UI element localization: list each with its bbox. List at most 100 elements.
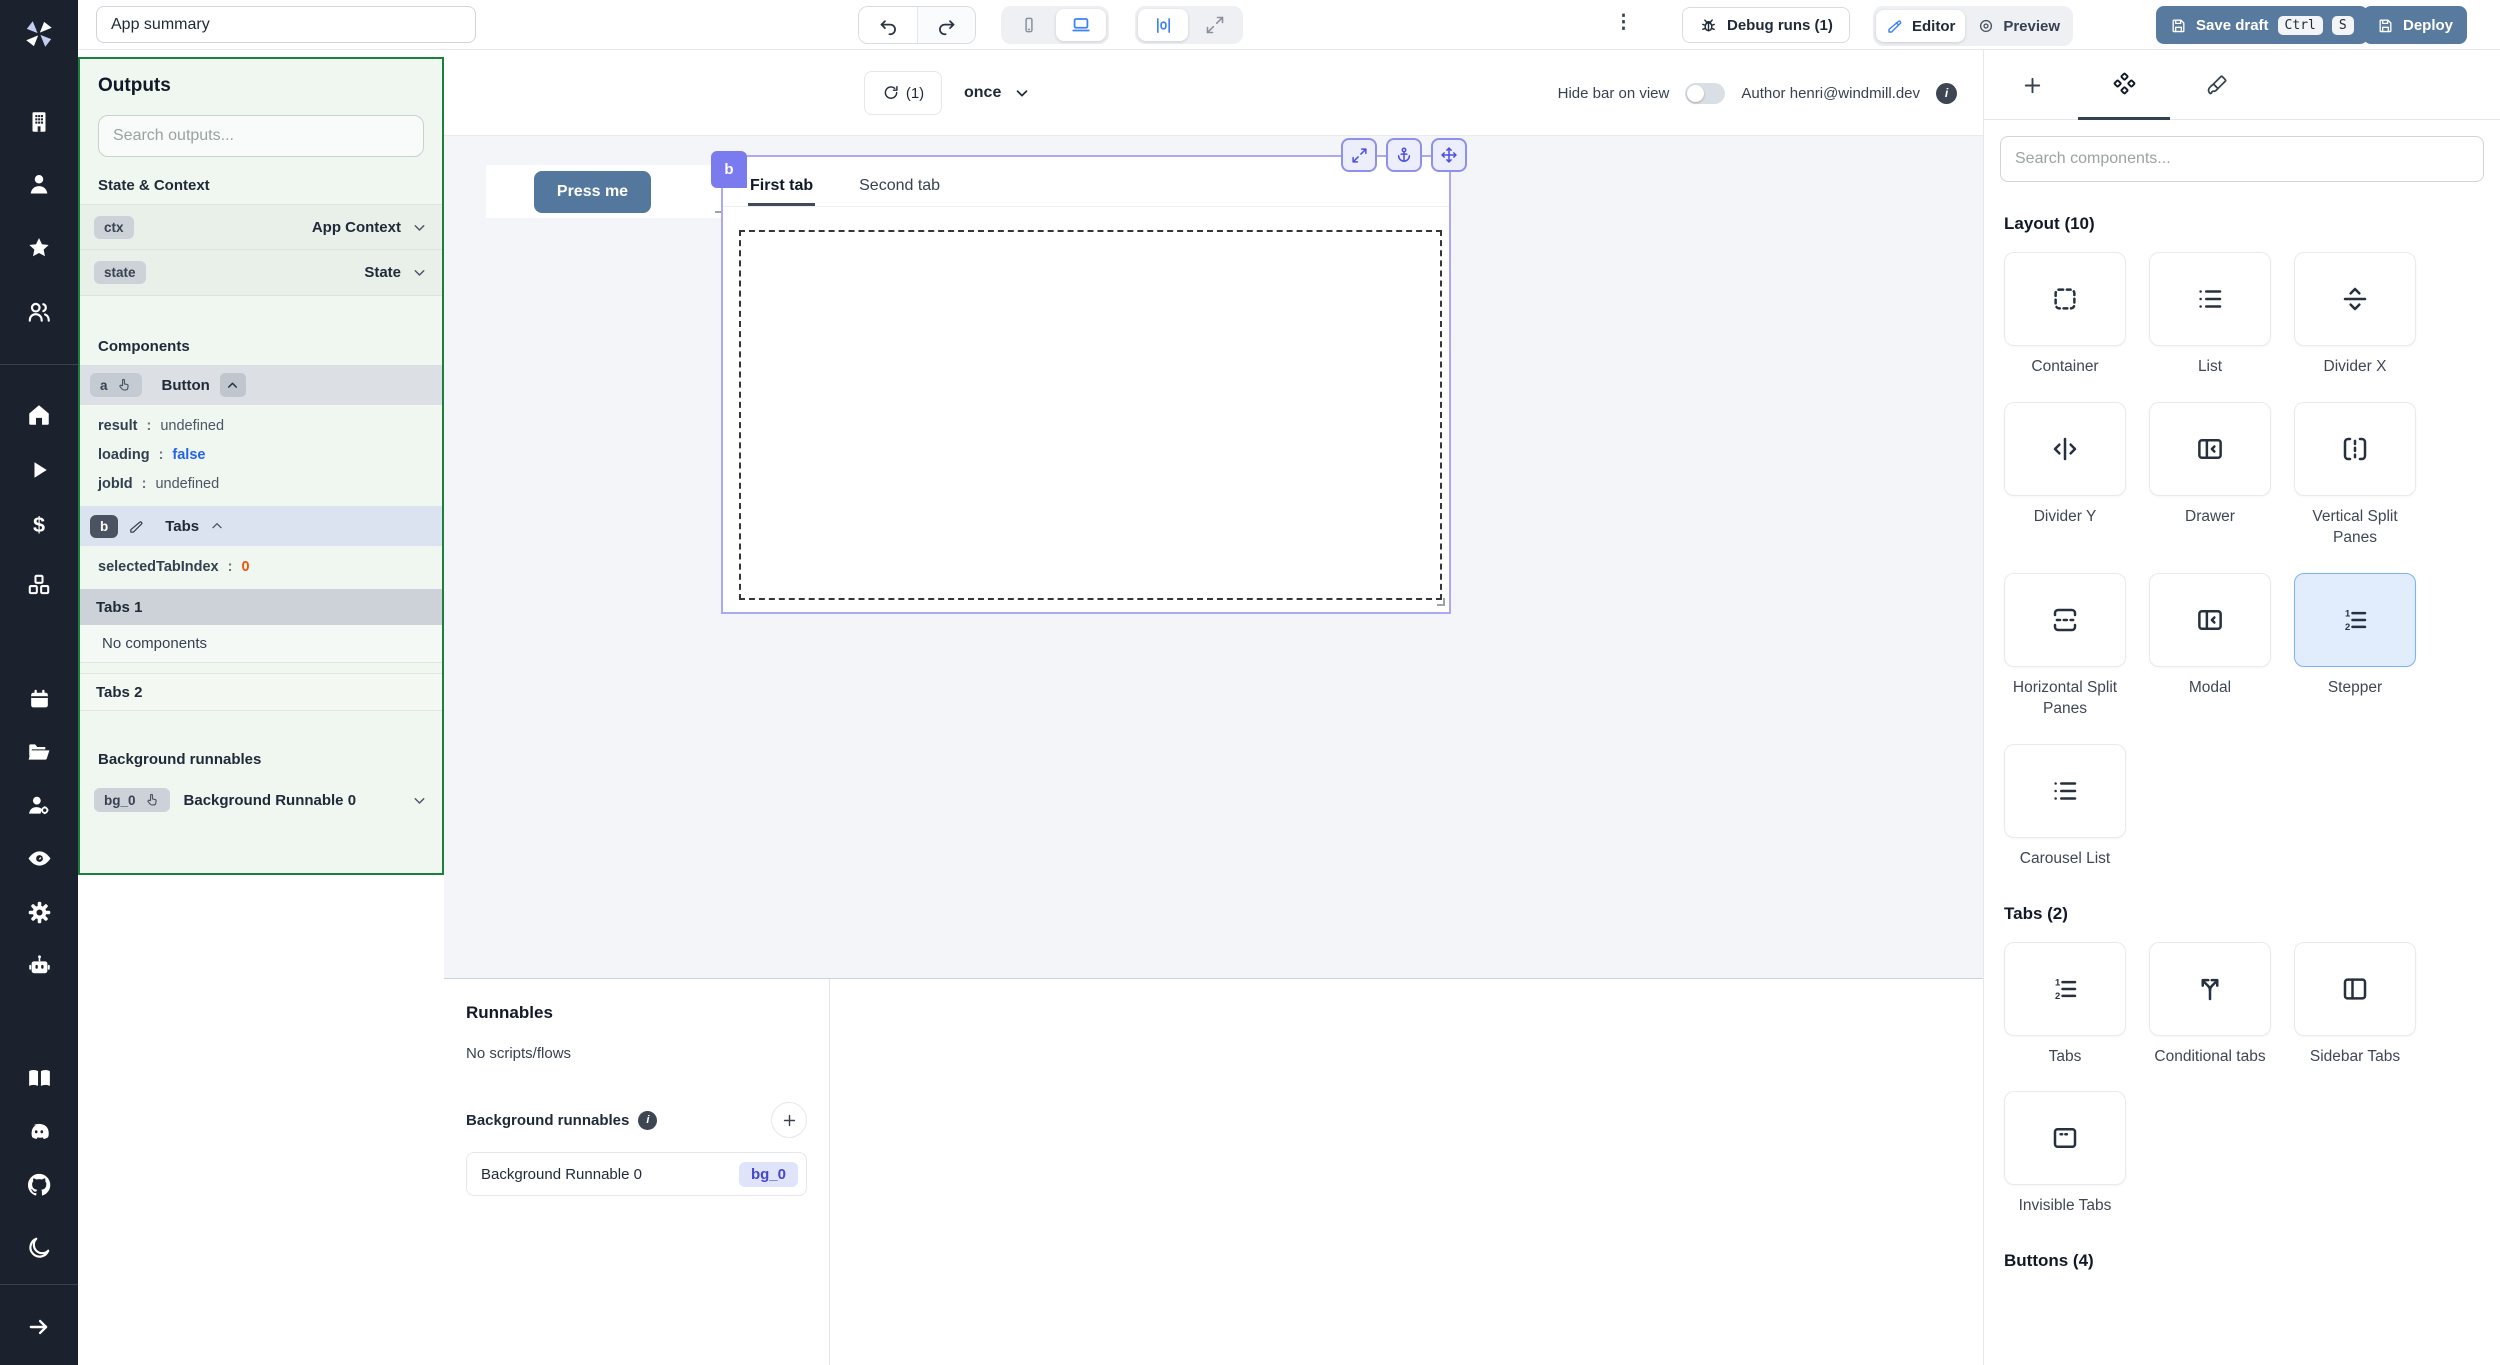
components-diamonds-icon [2113, 72, 2135, 95]
resources-boxes-icon[interactable] [19, 565, 59, 605]
windmill-logo[interactable] [19, 14, 59, 54]
top-toolbar: ⋮ Debug runs (1) Editor Preview Save dra… [78, 0, 2500, 50]
background-runnable-label: Background Runnable 0 [481, 1165, 642, 1183]
debug-runs-button[interactable]: Debug runs (1) [1682, 7, 1850, 43]
sidebar-tabs-icon [2343, 977, 2367, 1000]
anchor-component-button[interactable] [1386, 138, 1422, 172]
outputs-search-input[interactable] [98, 115, 424, 157]
component-card-drawer[interactable]: Drawer [2149, 401, 2271, 528]
preview-tab[interactable]: Preview [1967, 10, 2070, 42]
carousel-list-icon [2054, 781, 2077, 800]
mobile-view-button[interactable] [1004, 9, 1054, 41]
svg-text:2: 2 [2345, 622, 2350, 632]
folders-icon[interactable] [19, 732, 59, 772]
background-runnables-heading: Background runnables [98, 751, 262, 768]
discord-icon[interactable] [19, 1112, 59, 1152]
bg0-row[interactable]: bg_0 Background Runnable 0 [80, 778, 442, 822]
insert-plus-tab[interactable] [1986, 50, 2078, 120]
component-b-row[interactable]: b Tabs [80, 506, 442, 546]
app-summary-input[interactable] [96, 6, 476, 43]
tab-first[interactable]: First tab [748, 165, 816, 206]
runs-play-icon[interactable] [19, 450, 59, 490]
center-align-button[interactable] [1138, 9, 1188, 41]
component-card-tabs[interactable]: 12 Tabs [2004, 941, 2126, 1068]
panel-divider[interactable] [829, 979, 830, 1365]
save-draft-button[interactable]: Save draft Ctrl S [2156, 6, 2368, 44]
tabs-grid: 12 Tabs Conditional tabs Sidebar Tabs In… [2004, 941, 2480, 1218]
component-card-list[interactable]: List [2149, 252, 2271, 378]
info-icon[interactable]: i [1936, 82, 1957, 104]
component-card-container[interactable]: Container [2004, 252, 2126, 378]
settings-gear-icon[interactable] [19, 892, 59, 932]
chevron-down-icon[interactable] [411, 792, 428, 809]
user-icon[interactable] [19, 164, 59, 204]
tab-content-dropzone[interactable] [739, 230, 1442, 600]
component-card-divider-x[interactable]: Divider X [2294, 252, 2416, 378]
tab-second[interactable]: Second tab [857, 165, 942, 206]
ctx-row[interactable]: ctx App Context [80, 204, 442, 250]
component-id-badge[interactable]: b [711, 151, 747, 188]
tabs1-empty: No components [80, 625, 442, 663]
move-component-button[interactable] [1431, 138, 1467, 172]
expand-component-button[interactable] [1341, 138, 1377, 172]
add-background-runnable-button[interactable] [771, 1102, 807, 1138]
component-card-invisible-tabs[interactable]: Invisible Tabs [2004, 1091, 2126, 1217]
styling-tab[interactable] [2170, 50, 2262, 120]
component-card-sidebar-tabs[interactable]: Sidebar Tabs [2294, 941, 2416, 1068]
components-search-input[interactable] [2000, 136, 2484, 182]
component-a-row[interactable]: a Button [80, 365, 442, 405]
tabs1-header[interactable]: Tabs 1 [80, 589, 442, 625]
component-card-conditional-tabs[interactable]: Conditional tabs [2149, 941, 2271, 1068]
components-tab[interactable] [2078, 50, 2170, 120]
hide-bar-toggle[interactable] [1685, 82, 1726, 104]
workers-users-gear-icon[interactable] [19, 785, 59, 825]
tabs-component[interactable]: b First tab Second tab [711, 138, 1467, 614]
collapse-arrow-icon[interactable] [19, 1307, 59, 1347]
frequency-dropdown[interactable]: once [964, 50, 1031, 136]
refresh-count-button[interactable]: (1) [864, 71, 942, 115]
more-menu-button[interactable]: ⋮ [1614, 11, 1633, 34]
schedules-calendar-icon[interactable] [19, 678, 59, 718]
collapse-a-button[interactable] [219, 373, 246, 397]
background-runnable-row[interactable]: Background Runnable 0 bg_0 [466, 1152, 807, 1196]
container-icon [2054, 288, 2076, 310]
list-icon [2199, 290, 2222, 308]
docs-book-icon[interactable] [19, 1058, 59, 1098]
tabs-section-heading: Tabs (2) [2004, 903, 2068, 923]
edit-id-pencil-icon[interactable] [128, 518, 145, 535]
chevron-down-icon[interactable] [411, 264, 428, 281]
github-icon[interactable] [19, 1165, 59, 1205]
deploy-button[interactable]: Deploy [2363, 6, 2468, 44]
press-me-button[interactable]: Press me [534, 171, 651, 213]
groups-icon[interactable] [19, 292, 59, 332]
star-icon[interactable] [19, 228, 59, 268]
variables-dollar-icon[interactable]: $ [19, 505, 59, 545]
component-card-divider-y[interactable]: Divider Y [2004, 401, 2126, 528]
fullscreen-canvas-button[interactable] [1190, 9, 1240, 41]
resize-handle[interactable] [1437, 598, 1445, 606]
component-card-carousel-list[interactable]: Carousel List [2004, 743, 2126, 870]
author-label: Author henri@windmill.dev [1741, 84, 1920, 102]
chevron-down-icon[interactable] [411, 219, 428, 236]
svg-text:$: $ [33, 512, 45, 537]
redo-button[interactable] [917, 7, 975, 43]
info-icon[interactable]: i [638, 1110, 658, 1130]
home-icon[interactable] [19, 395, 59, 435]
horizontal-split-icon [2053, 608, 2077, 632]
tabs2-header[interactable]: Tabs 2 [80, 673, 442, 711]
state-row[interactable]: state State [80, 250, 442, 296]
audit-eye-icon[interactable] [19, 838, 59, 878]
component-card-stepper[interactable]: 12 Stepper [2294, 572, 2416, 699]
undo-button[interactable] [859, 7, 917, 43]
chevron-up-icon[interactable] [209, 518, 225, 534]
component-card-vertical-split[interactable]: Vertical Split Panes [2294, 401, 2416, 549]
workspace-icon[interactable] [19, 102, 59, 142]
invisible-tabs-icon [2053, 1128, 2077, 1149]
right-panel-tabs [1984, 50, 2500, 120]
desktop-view-button[interactable] [1056, 9, 1106, 41]
component-card-modal[interactable]: Modal [2149, 572, 2271, 699]
dark-mode-moon-icon[interactable] [19, 1228, 59, 1268]
component-card-horizontal-split[interactable]: Horizontal Split Panes [2004, 572, 2126, 720]
ai-robot-icon[interactable] [19, 946, 59, 986]
editor-tab[interactable]: Editor [1876, 10, 1966, 42]
